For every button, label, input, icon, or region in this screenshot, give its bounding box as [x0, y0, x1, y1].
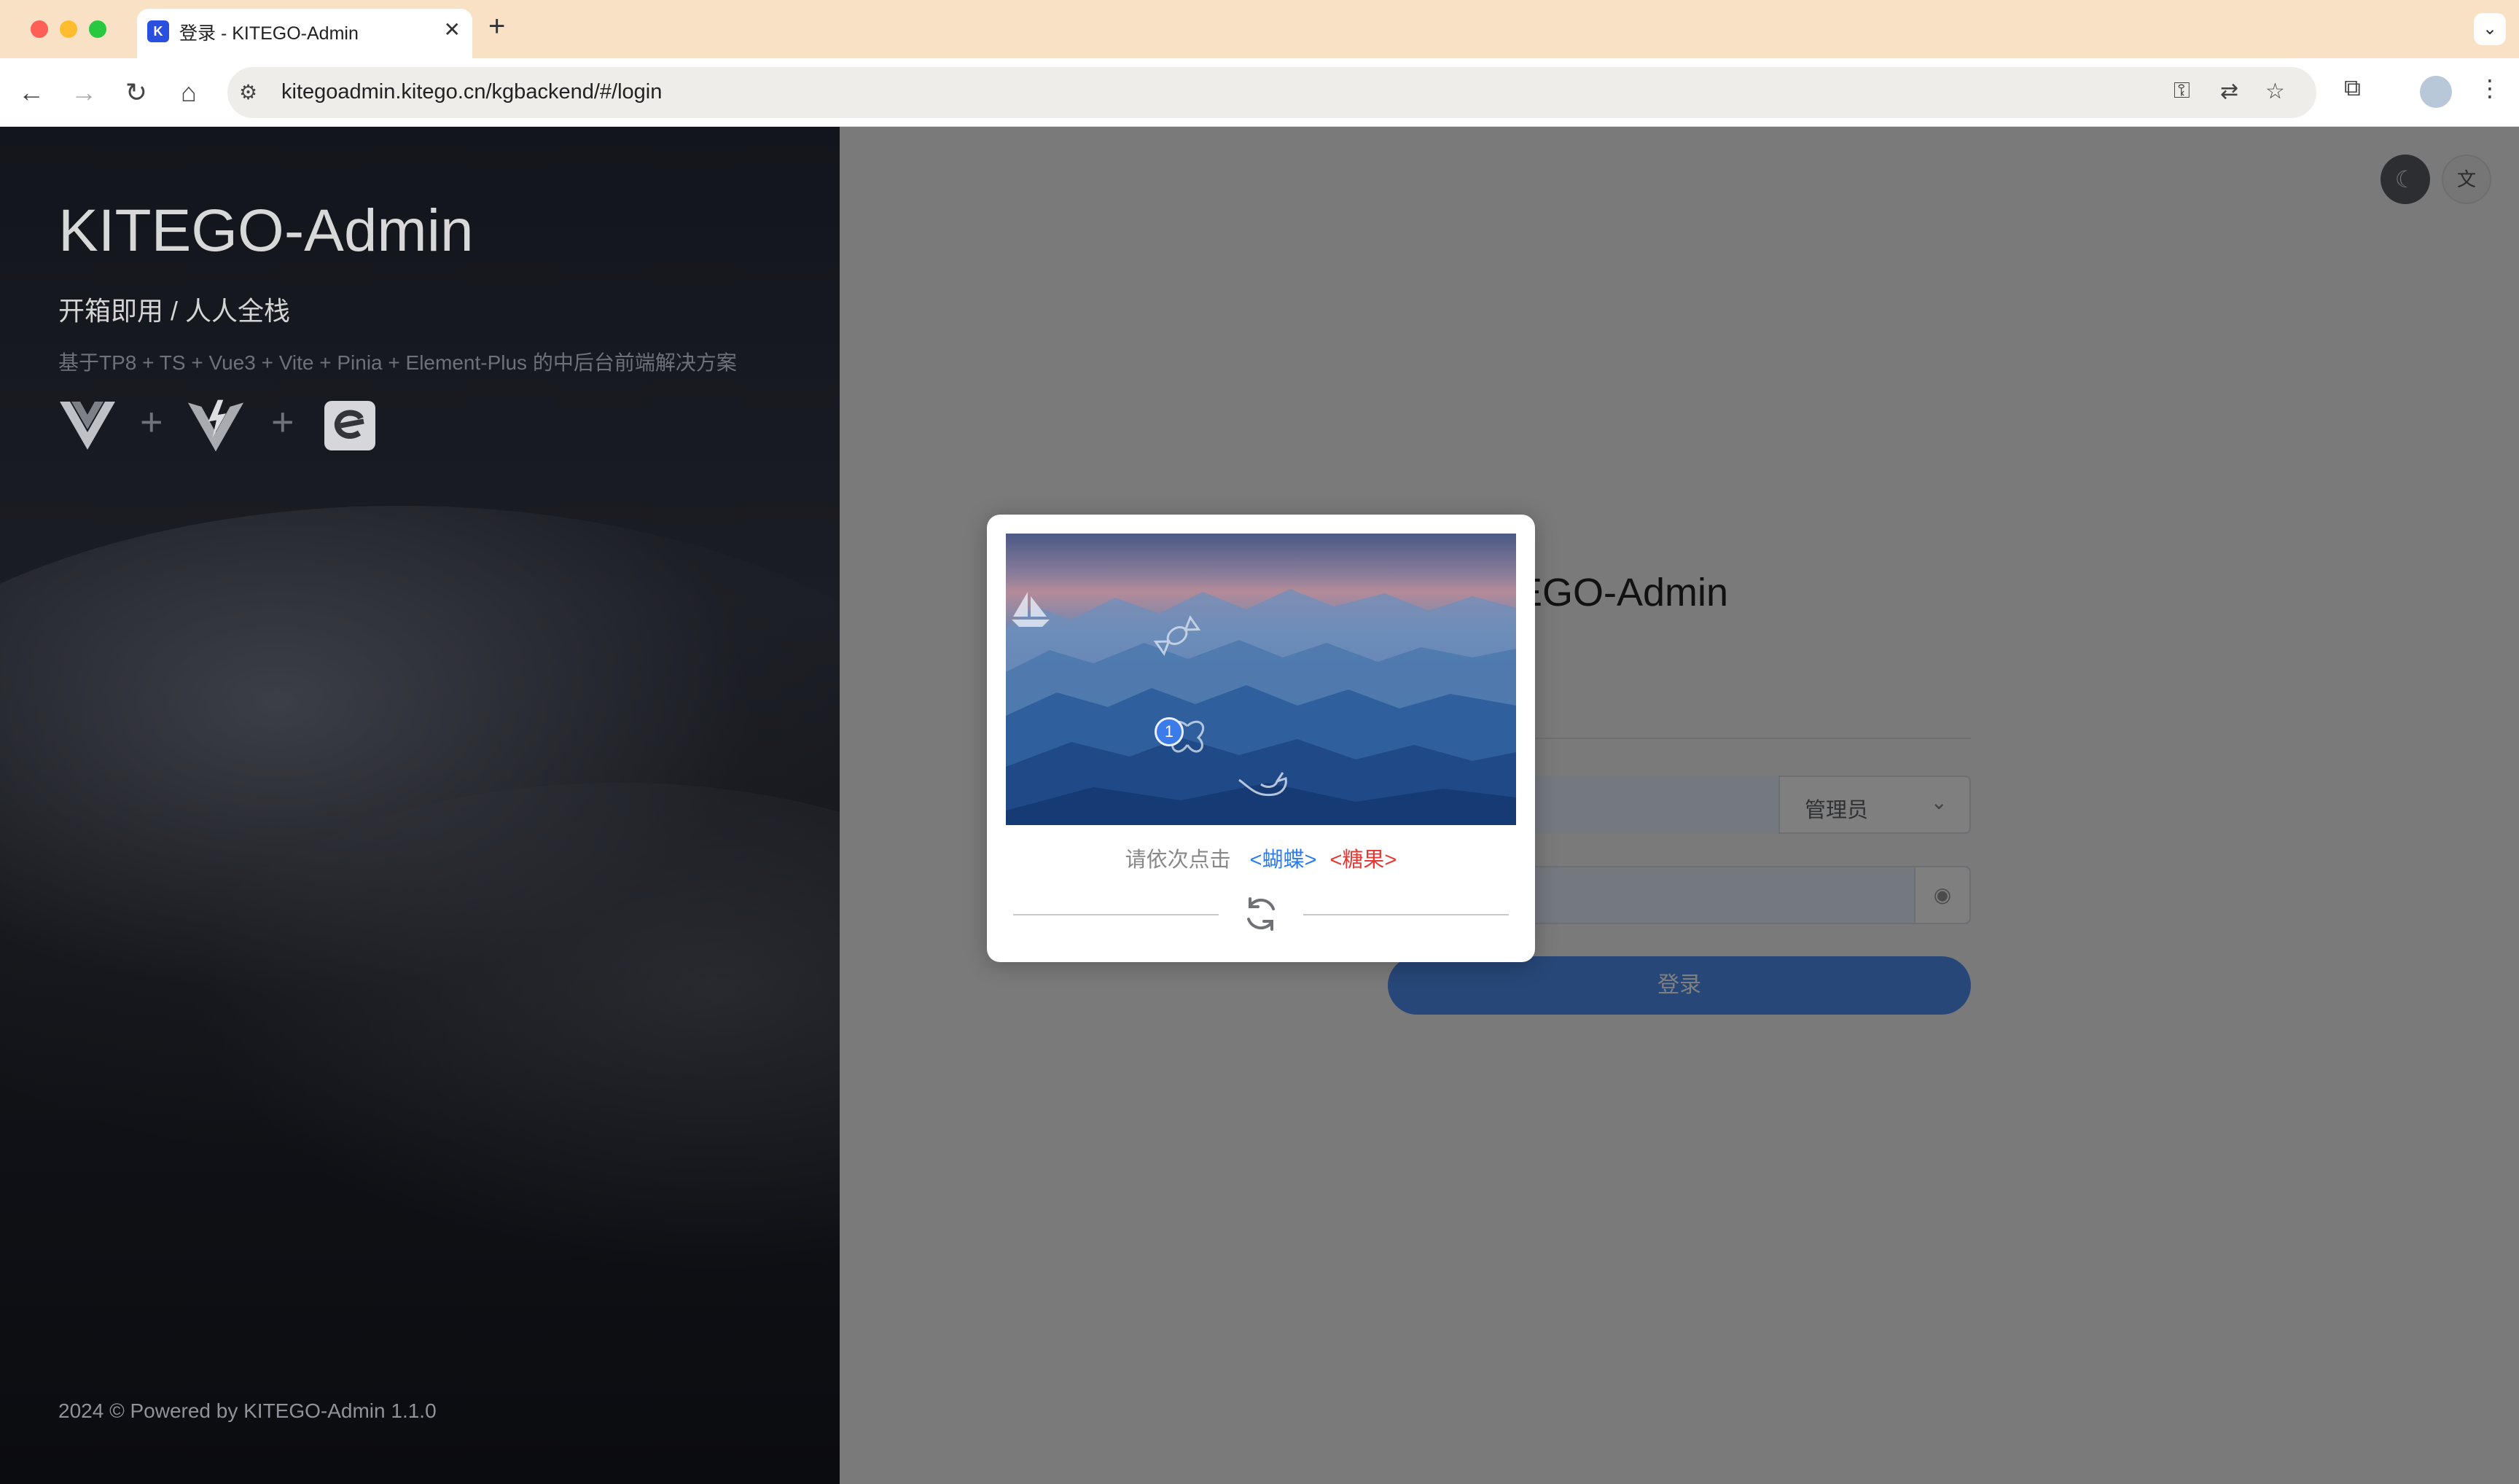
footer-text: 2024 © Powered by KITEGO-Admin 1.1.0: [58, 1399, 437, 1422]
captcha-instruction: 请依次点击: [1125, 848, 1231, 872]
home-icon[interactable]: ⌂: [172, 76, 206, 109]
tab-search-button[interactable]: ⌄: [2474, 13, 2506, 45]
reload-icon[interactable]: ↻: [120, 76, 153, 109]
plus-sign: +: [140, 400, 163, 444]
tab-favicon-icon: K: [147, 20, 169, 42]
site-info-icon[interactable]: ⚙: [239, 80, 257, 104]
bird-icon: [1238, 772, 1287, 797]
vue-logo-icon: [58, 397, 117, 455]
brand-slogan: 开箱即用 / 人人全栈: [58, 296, 291, 326]
tab-title: 登录 - KITEGO-Admin: [179, 23, 359, 44]
url-text[interactable]: kitegoadmin.kitego.cn/kgbackend/#/login: [281, 80, 662, 104]
forward-icon[interactable]: →: [67, 76, 101, 109]
brand-description: 基于TP8 + TS + Vue3 + Vite + Pinia + Eleme…: [58, 351, 737, 374]
address-bar[interactable]: ⚙ kitegoadmin.kitego.cn/kgbackend/#/logi…: [227, 67, 2316, 118]
click-marker-badge: 1: [1155, 717, 1184, 746]
brand-panel: KITEGO-Admin 开箱即用 / 人人全栈 基于TP8 + TS + Vu…: [0, 127, 840, 1484]
profile-avatar[interactable]: [2420, 76, 2452, 108]
minimize-window-button[interactable]: [60, 20, 77, 38]
browser-toolbar: ← → ↻ ⌂ ⚙ kitegoadmin.kitego.cn/kgbacken…: [0, 58, 2519, 127]
browser-tab[interactable]: K 登录 - KITEGO-Admin ✕: [137, 9, 472, 58]
captcha-image[interactable]: 1: [1006, 534, 1516, 825]
back-icon[interactable]: ←: [15, 76, 48, 109]
key-icon[interactable]: ⚿: [2174, 79, 2190, 104]
element-plus-logo-icon: [321, 397, 379, 455]
close-window-button[interactable]: [31, 20, 48, 38]
close-tab-icon[interactable]: ✕: [444, 17, 461, 42]
translate-icon[interactable]: ⇄: [2220, 79, 2238, 104]
menu-icon[interactable]: ⋮: [2478, 74, 2502, 102]
star-icon[interactable]: ☆: [2265, 79, 2285, 104]
captcha-target-candy: <糖果>: [1329, 848, 1397, 872]
brand-title: KITEGO-Admin: [58, 198, 474, 264]
boat-icon: [1012, 592, 1050, 627]
plus-sign: +: [271, 400, 294, 444]
new-tab-button[interactable]: +: [488, 10, 505, 43]
candy-icon: [1153, 615, 1201, 656]
extensions-icon[interactable]: ⧉: [2344, 74, 2361, 102]
browser-tab-bar: K 登录 - KITEGO-Admin ✕ + ⌄: [0, 0, 2519, 58]
refresh-icon[interactable]: [1239, 892, 1283, 936]
maximize-window-button[interactable]: [89, 20, 106, 38]
divider: [1013, 914, 1219, 915]
vite-logo-icon: [187, 397, 245, 455]
divider: [1303, 914, 1509, 915]
login-page: KITEGO-Admin 开箱即用 / 人人全栈 基于TP8 + TS + Vu…: [0, 127, 2519, 1484]
captcha-dialog: 1 请依次点击 <蝴蝶> <糖果>: [987, 515, 1535, 962]
captcha-prompt: 请依次点击 <蝴蝶> <糖果>: [987, 843, 1535, 873]
captcha-target-butterfly: <蝴蝶>: [1249, 848, 1317, 872]
